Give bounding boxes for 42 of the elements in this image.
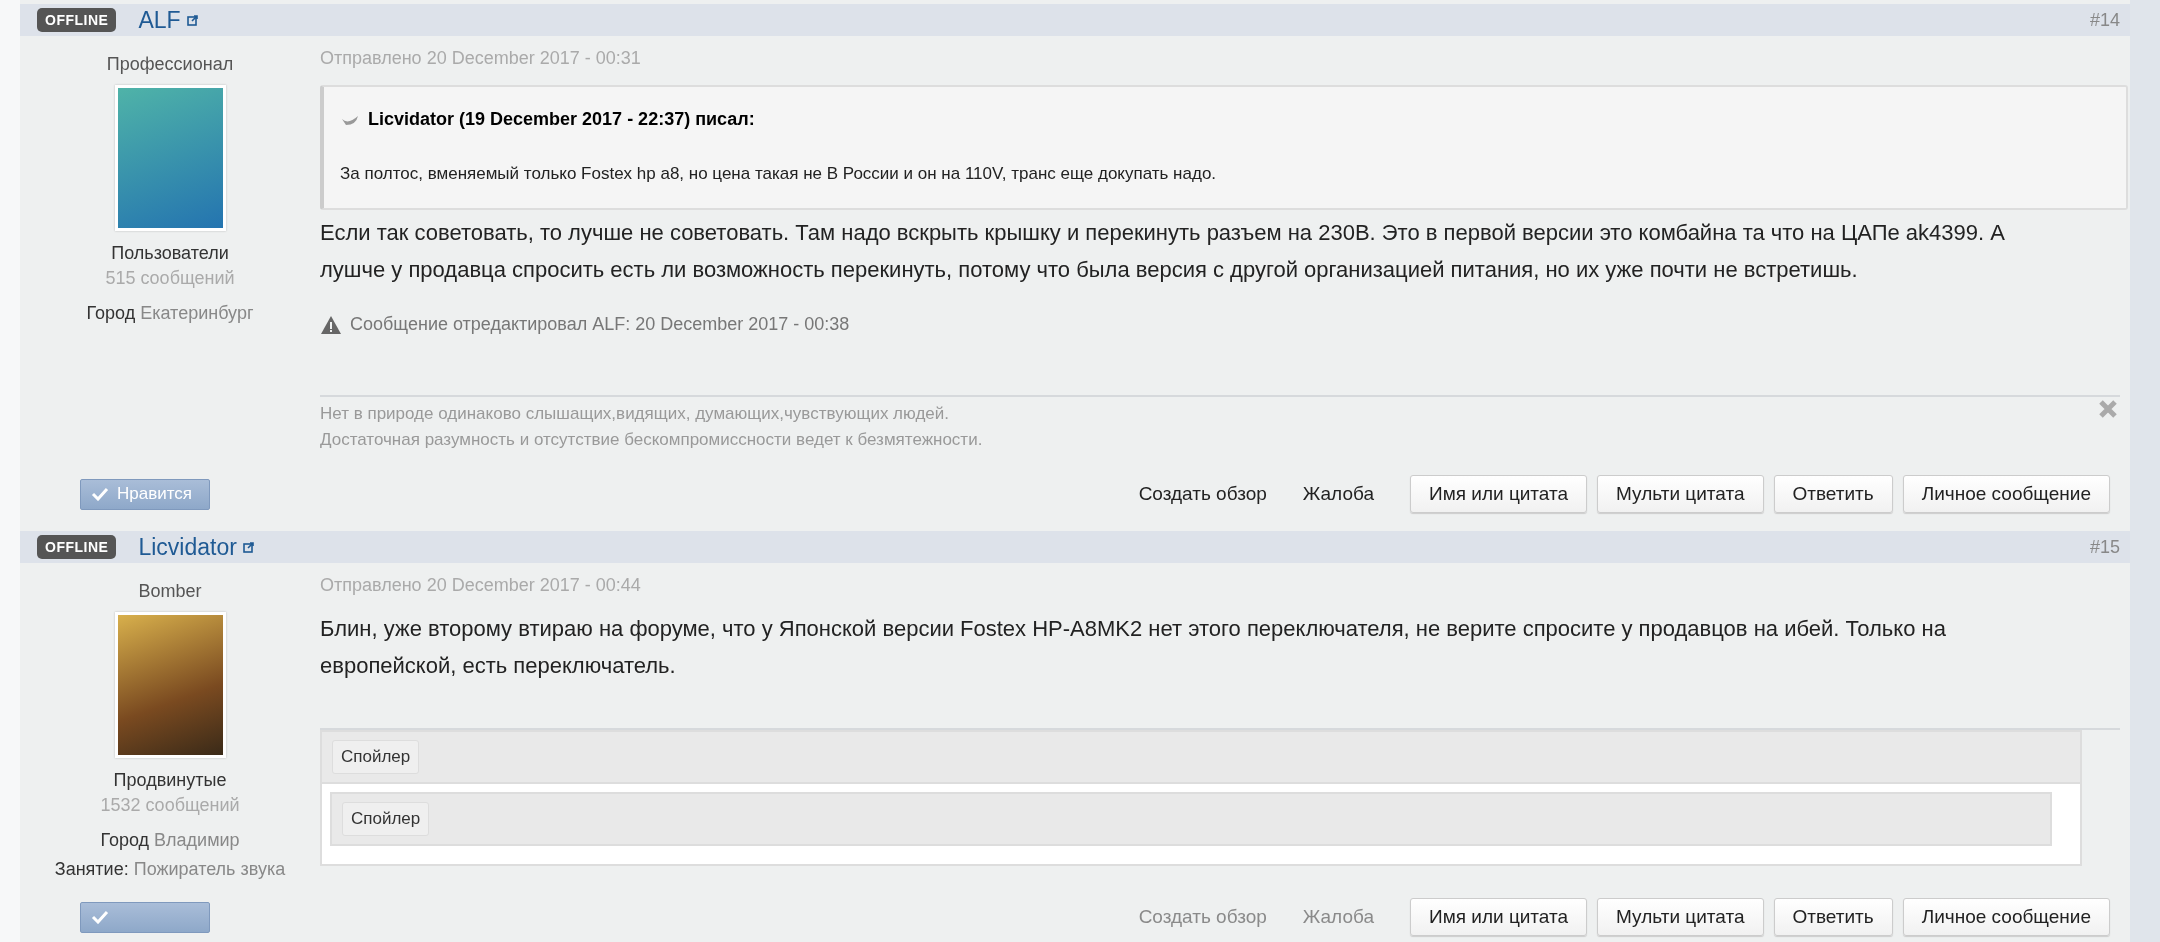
spoiler-button[interactable]: Спойлер [332,740,420,774]
signature-text: Достаточная разумность и отсутствие бескомпромиссности ведет к безмятежности. [320,429,983,451]
post-date: Отправлено 20 December 2017 - 00:44 [320,575,642,596]
post-text: Блин, уже второму втираю на форуме, что у Японской версии Fostex HP-A8MK2 нет этого переключателя, не верите спросите у продавцов на ибей. Только на европейской, есть переключатель. [320,615,1947,680]
like-label: Нравится [117,484,192,504]
action-button[interactable]: Мульти цитата [1597,475,1764,513]
post-count: 515 сообщений [105,268,235,289]
user-group: Продвинутые [113,770,227,791]
quote-text: За полтос, вменяемый только Fostex hp a8, но цена такая не В России и он на 110V, транс еще докупать надо. [340,164,1218,184]
check-icon [91,487,109,501]
author-link[interactable]: Licvidator [138,533,237,561]
external-link-icon [242,541,254,553]
action-link[interactable]: Создать обзор [1138,483,1267,505]
spoiler-button[interactable]: Спойлер [342,802,430,836]
post-date: Отправлено 20 December 2017 - 00:31 [320,48,642,69]
warning-icon [320,314,342,335]
user-rank: Профессионал [106,54,234,75]
action-button[interactable]: Личное сообщение [1902,898,2110,936]
status-badge: OFFLINE [37,535,117,559]
action-button[interactable]: Мульти цитата [1597,898,1764,936]
user-rank: Bomber [138,581,202,602]
profile-field: Город Владимир [100,830,240,851]
action-button[interactable]: Имя или цитата [1410,898,1588,936]
quote-author: Licvidator (19 December 2017 - 22:37) писал: [368,109,755,130]
action-button[interactable]: Личное сообщение [1902,475,2110,513]
status-badge: OFFLINE [37,8,117,32]
external-link-icon [186,14,198,26]
action-link[interactable]: Жалоба [1302,483,1374,505]
action-button[interactable]: Ответить [1773,898,1893,936]
check-icon [91,910,109,924]
post-count: 1532 сообщений [100,795,240,816]
profile-field: Занятие: Пожиратель звука [54,859,286,880]
user-group: Пользователи [111,243,229,264]
post-text: Если так советовать, то лучше не советовать. Там надо вскрыть крышку и перекинуть разъем на 230В. Это в первой версии это комбайна та что на ЦАПе ak4399. А лушче у продавца спросить есть ли возможность перекинуть, потому что была версия с другой организацией питания, но их уже почти не встретишь. [320,219,2006,284]
author-link[interactable]: ALF [138,6,181,34]
edit-note: Сообщение отредактировал ALF: 20 December 2017 - 00:38 [350,314,850,335]
action-button[interactable]: Имя или цитата [1410,475,1588,513]
action-button[interactable]: Ответить [1773,475,1893,513]
profile-field: Город Екатеринбург [86,303,254,324]
signature-text: Нет в природе одинаково слышащих,видящих, думающих,чувствующих людей. [320,403,949,425]
close-icon[interactable] [2098,399,2118,419]
like-button[interactable] [80,901,210,933]
